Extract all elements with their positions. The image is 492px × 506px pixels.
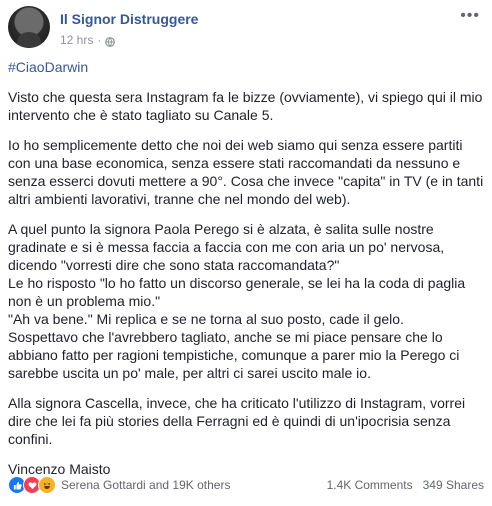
globe-icon [105,35,116,47]
hashtag-link[interactable]: #CiaoDarwin [8,58,484,76]
page-name-link[interactable]: Il Signor Distruggere [60,10,198,28]
haha-icon [38,476,56,494]
post-paragraph: A quel punto la signora Paola Perego si … [8,221,466,381]
separator-dot: · [97,33,102,47]
shares-count[interactable]: 349 Shares [423,478,484,492]
timestamp-row: 12 hrs · [60,32,198,48]
post-header: Il Signor Distruggere 12 hrs · [8,6,198,50]
post-timestamp[interactable]: 12 hrs [60,32,93,48]
comments-count[interactable]: 1.4K Comments [327,478,413,492]
reactions-group[interactable]: Serena Gottardi and 19K others [8,476,230,494]
facebook-post: Il Signor Distruggere 12 hrs · ••• #Ciao… [0,0,492,506]
more-options-icon[interactable]: ••• [460,8,480,24]
page-avatar[interactable] [8,6,50,48]
post-meta: Il Signor Distruggere 12 hrs · [60,6,198,50]
reaction-summary[interactable]: Serena Gottardi and 19K others [61,478,230,492]
post-paragraph: Io ho semplicemente detto che noi dei we… [8,137,484,207]
post-paragraph: Visto che questa sera Instagram fa le bi… [8,89,483,123]
post-body: #CiaoDarwin Visto che questa sera Instag… [8,58,484,490]
post-stats: 1.4K Comments 349 Shares [327,478,484,492]
post-footer: Serena Gottardi and 19K others 1.4K Comm… [8,472,484,498]
post-paragraph: Alla signora Cascella, invece, che ha cr… [8,395,466,447]
